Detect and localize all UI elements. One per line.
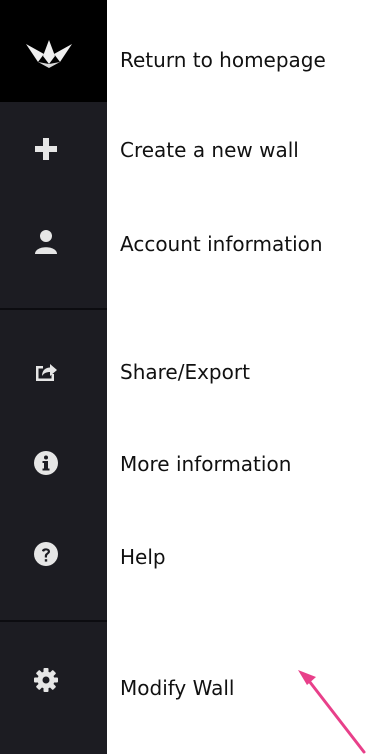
menu-item-return-to-homepage[interactable]: Return to homepage (120, 48, 326, 72)
divider (0, 620, 107, 622)
menu-item-create-new-wall[interactable]: Create a new wall (120, 138, 299, 162)
origami-crane-logo-icon[interactable] (24, 38, 74, 68)
gear-icon[interactable] (26, 660, 66, 700)
sidebar (0, 0, 107, 754)
info-icon[interactable] (26, 443, 66, 483)
menu-item-more-information[interactable]: More information (120, 452, 291, 476)
divider (0, 308, 107, 310)
share-export-icon[interactable] (26, 351, 66, 391)
pink-arrow-icon (298, 670, 366, 754)
menu-item-modify-wall[interactable]: Modify Wall (120, 676, 235, 700)
user-icon[interactable] (26, 222, 66, 262)
page: Return to homepage Create a new wall Acc… (0, 0, 368, 754)
menu-item-share-export[interactable]: Share/Export (120, 360, 250, 384)
plus-icon[interactable] (26, 129, 66, 169)
menu-item-help[interactable]: Help (120, 545, 166, 569)
help-icon[interactable] (26, 534, 66, 574)
menu-item-account-information[interactable]: Account information (120, 232, 323, 256)
